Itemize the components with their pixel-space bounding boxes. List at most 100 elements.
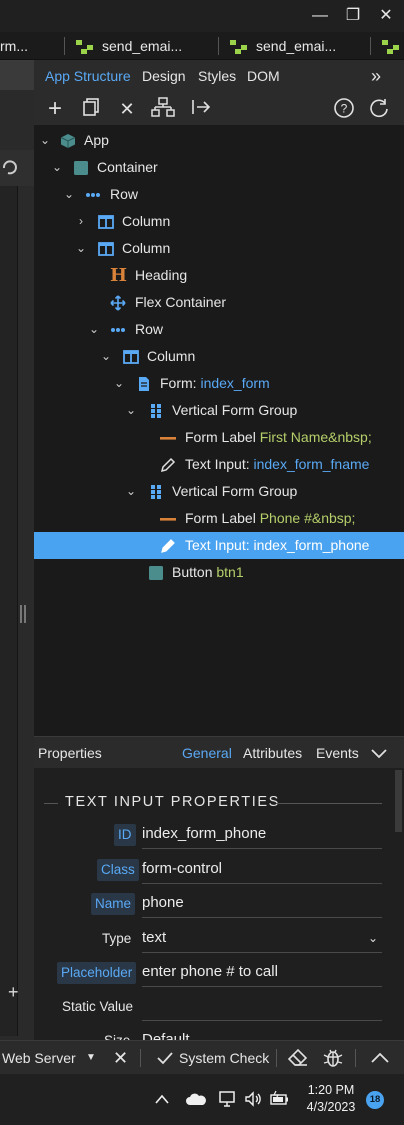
chevron-down-icon[interactable] (370, 746, 388, 760)
node-label: Text Input: (185, 537, 250, 553)
refresh-icon[interactable] (366, 97, 392, 121)
notification-badge[interactable]: 18 (366, 1091, 384, 1109)
heading-icon: H (110, 265, 128, 286)
web-server-select[interactable]: Web Server (2, 1041, 76, 1075)
node-label: Flex Container (135, 294, 227, 310)
form-group-icon (151, 404, 161, 418)
doc-tab-2[interactable]: send_emai... (76, 32, 216, 60)
tree-node-row[interactable]: ⌄ Row (34, 181, 404, 208)
pencil-icon (161, 539, 175, 553)
tree-node-heading[interactable]: H Heading (34, 262, 404, 289)
doc-tab-3[interactable]: send_emai... (230, 32, 370, 60)
placeholder-label: Placeholder (57, 962, 137, 984)
bug-icon[interactable] (323, 1048, 343, 1068)
tab-styles[interactable]: Styles (198, 60, 236, 92)
id-field[interactable]: index_form_phone (142, 821, 382, 849)
tree-node-form[interactable]: ⌄ Form: index_form (34, 370, 404, 397)
structure-toolbar: + ✕ ? (34, 92, 404, 126)
caret-down-icon[interactable]: ▼ (86, 1041, 96, 1075)
section-title: TEXT INPUT PROPERTIES (65, 794, 280, 810)
checkmark-icon (157, 1052, 173, 1065)
placeholder-field[interactable]: enter phone # to call (142, 959, 382, 987)
help-icon[interactable]: ? (331, 97, 357, 121)
delete-icon[interactable]: ✕ (114, 97, 140, 121)
left-panel-body (0, 186, 18, 1036)
chevron-down-icon[interactable]: ⌄ (99, 343, 113, 370)
size-select[interactable]: Default (142, 1027, 382, 1040)
add-icon[interactable]: + (42, 97, 68, 121)
tree-node-flex-container[interactable]: Flex Container (34, 289, 404, 316)
tree-node-text-input[interactable]: Text Input: index_form_fname (34, 451, 404, 478)
more-tabs-icon[interactable]: » (371, 60, 381, 92)
form-group-icon (151, 485, 161, 499)
class-field[interactable]: form-control (142, 856, 382, 884)
tree-node-button[interactable]: Button btn1 (34, 559, 404, 586)
tab-app-structure[interactable]: App Structure (45, 60, 131, 92)
add-icon[interactable]: + (8, 982, 19, 1003)
doc-tab-4[interactable] (382, 32, 404, 60)
cube-icon (60, 134, 76, 148)
chevron-up-icon[interactable] (370, 1051, 390, 1065)
system-check-button[interactable]: System Check (157, 1041, 269, 1075)
refresh-icon[interactable] (0, 158, 20, 178)
volume-icon[interactable] (244, 1090, 264, 1108)
clock-time: 1:20 PM (307, 1083, 355, 1097)
chevron-down-icon[interactable]: ⌄ (87, 316, 101, 343)
scrollbar-thumb[interactable] (395, 770, 402, 832)
chevron-down-icon[interactable]: ⌄ (124, 397, 138, 424)
tree-node-vertical-form-group[interactable]: ⌄ Vertical Form Group (34, 478, 404, 505)
cloud-icon[interactable] (185, 1092, 207, 1106)
tab-events[interactable]: Events (316, 737, 359, 769)
close-button[interactable]: ✕ (374, 4, 398, 28)
chevron-right-icon[interactable]: › (74, 208, 88, 235)
splitter-handle[interactable] (20, 605, 26, 623)
chevron-down-icon[interactable]: ⌄ (112, 370, 126, 397)
type-select[interactable]: text ⌄ (142, 925, 382, 953)
tree-node-column[interactable]: ⌄ Column (34, 343, 404, 370)
doc-tab-1[interactable]: rm... (0, 32, 56, 60)
eraser-icon[interactable] (288, 1049, 308, 1067)
tab-attributes[interactable]: Attributes (243, 737, 302, 769)
chevron-down-icon[interactable]: ⌄ (74, 235, 88, 262)
tab-divider (218, 37, 219, 55)
tree-node-container[interactable]: ⌄ Container (34, 154, 404, 181)
chevron-down-icon[interactable]: ⌄ (50, 154, 64, 181)
hierarchy-icon[interactable] (150, 97, 176, 121)
tab-design[interactable]: Design (142, 60, 186, 92)
static-value-label: Static Value (62, 999, 134, 1014)
name-field[interactable]: phone (142, 890, 382, 918)
structure-icon (230, 40, 248, 55)
battery-icon[interactable] (270, 1090, 290, 1108)
tree-node-text-input-selected[interactable]: Text Input: index_form_phone (34, 532, 404, 559)
tree-node-column[interactable]: ⌄ Column (34, 235, 404, 262)
tree-node-column[interactable]: › Column (34, 208, 404, 235)
chevron-down-icon[interactable]: ⌄ (62, 181, 76, 208)
network-icon[interactable] (218, 1089, 238, 1109)
tree-node-app[interactable]: ⌄ App (34, 127, 404, 154)
node-label: Container (97, 159, 158, 175)
tree-node-row[interactable]: ⌄ Row (34, 316, 404, 343)
chevron-down-icon[interactable]: ⌄ (124, 478, 138, 505)
tree-node-vertical-form-group[interactable]: ⌄ Vertical Form Group (34, 397, 404, 424)
column-icon (98, 215, 114, 229)
close-icon[interactable]: ✕ (113, 1041, 128, 1075)
document-tabs: rm... send_emai... send_emai... (0, 32, 404, 60)
structure-icon (382, 40, 400, 55)
chevron-up-icon[interactable] (154, 1093, 170, 1105)
tree-node-form-label[interactable]: Form Label Phone #&nbsp; (34, 505, 404, 532)
static-value-field[interactable] (142, 993, 382, 1021)
left-panel-toolbar (0, 150, 34, 186)
tab-general[interactable]: General (182, 737, 232, 769)
clock[interactable]: 1:20 PM 4/3/2023 (298, 1082, 364, 1116)
maximize-button[interactable]: ❐ (341, 4, 365, 28)
name-label: Name (91, 893, 136, 915)
tree-node-form-label[interactable]: Form Label First Name&nbsp; (34, 424, 404, 451)
duplicate-icon[interactable] (78, 97, 104, 121)
chevron-down-icon[interactable]: ⌄ (38, 127, 52, 154)
tab-dom[interactable]: DOM (247, 60, 280, 92)
node-label: Text Input: (185, 456, 250, 472)
left-panel-header (0, 60, 34, 90)
doc-tab-label: send_emai... (256, 38, 337, 54)
minimize-button[interactable]: — (308, 4, 332, 28)
move-to-icon[interactable] (188, 97, 214, 121)
